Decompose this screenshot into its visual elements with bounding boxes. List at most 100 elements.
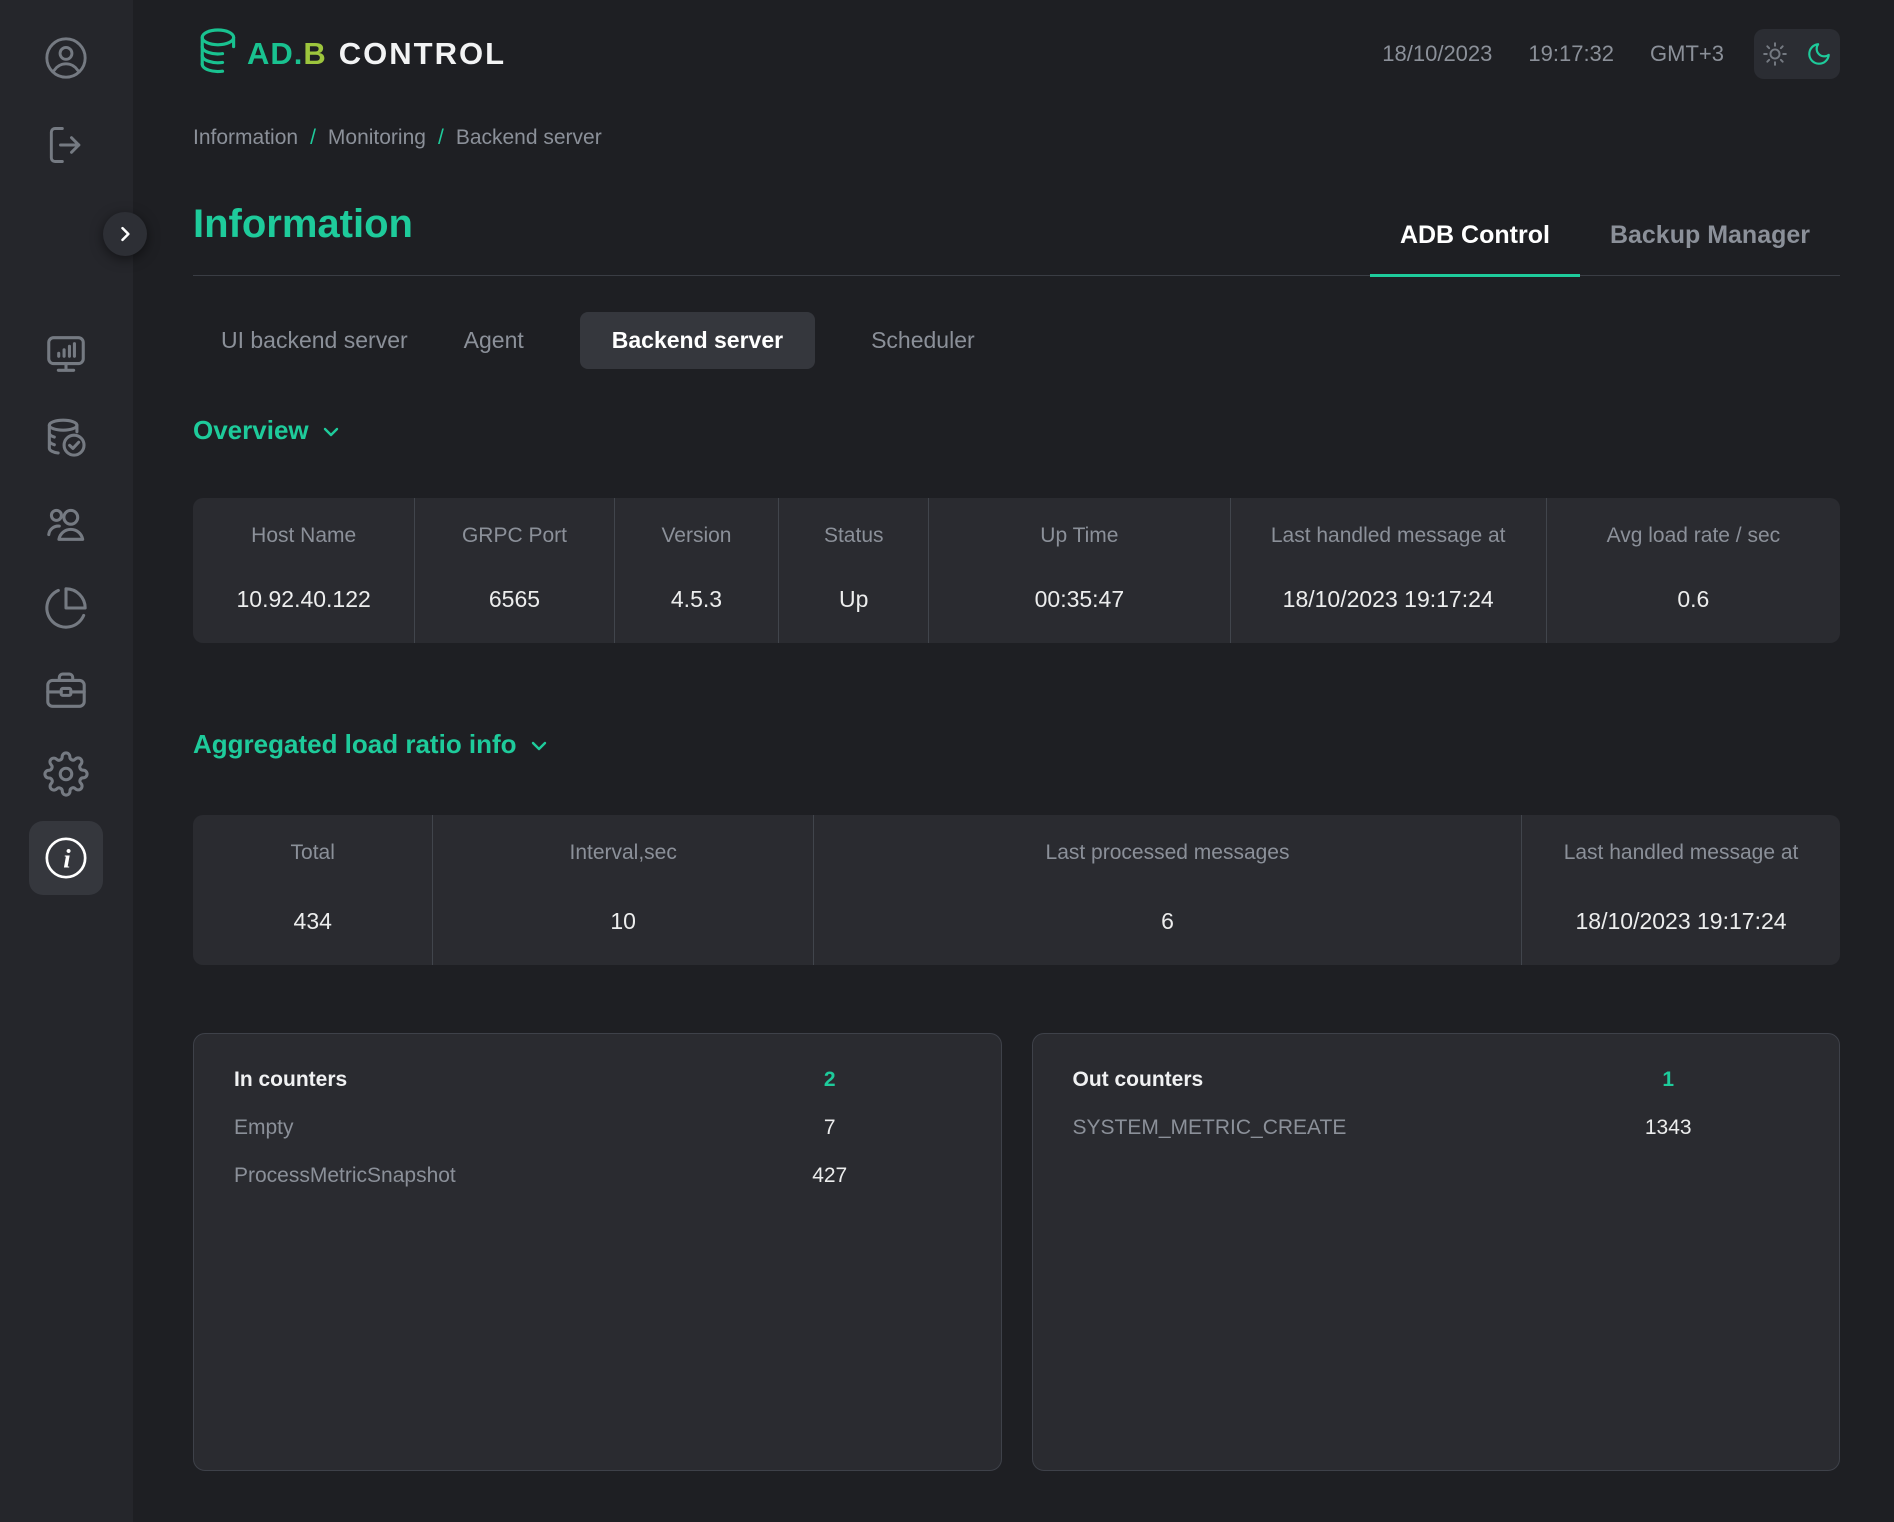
overview-cell-value: 00:35:47 xyxy=(1035,586,1125,613)
sidebar-item-database-backup[interactable] xyxy=(43,416,89,462)
tab-backup-manager[interactable]: Backup Manager xyxy=(1580,221,1840,277)
overview-column-header: Up Time xyxy=(1040,524,1118,548)
in-counters-count: 2 xyxy=(824,1064,836,1096)
in-counters-title: In counters xyxy=(234,1068,347,1091)
aggregated-cell-value: 6 xyxy=(1161,908,1174,935)
chevron-down-icon xyxy=(319,420,343,444)
sidebar-item-analytics[interactable] xyxy=(43,585,89,631)
counter-value: 1343 xyxy=(1645,1104,1692,1152)
breadcrumb-monitoring[interactable]: Monitoring xyxy=(328,126,426,150)
settings-gear-icon xyxy=(43,751,89,797)
overview-cell-value: 6565 xyxy=(489,586,540,613)
overview-section-header[interactable]: Overview xyxy=(193,415,343,446)
overview-cell-value: 18/10/2023 19:17:24 xyxy=(1283,586,1494,613)
out-counters-title: Out counters xyxy=(1073,1068,1204,1091)
top-bar: AD.B CONTROL 18/10/2023 19:17:32 GMT+3 xyxy=(193,28,1840,80)
aggregated-section-header[interactable]: Aggregated load ratio info xyxy=(193,729,551,760)
overview-section-title: Overview xyxy=(193,415,309,446)
overview-column-header: Avg load rate / sec xyxy=(1607,524,1781,548)
overview-column-header: Host Name xyxy=(251,524,356,548)
overview-table-cell: Up Time 00:35:47 xyxy=(929,498,1230,643)
counter-value: 7 xyxy=(824,1104,836,1152)
breadcrumb-information[interactable]: Information xyxy=(193,126,298,150)
app-title: AD.B CONTROL xyxy=(247,36,506,72)
sidebar-item-information-active[interactable]: i xyxy=(29,821,103,895)
briefcase-icon xyxy=(43,667,89,713)
sidebar-item-logout[interactable] xyxy=(44,123,88,167)
title-row: Information ADB Control Backup Manager xyxy=(193,202,1840,276)
overview-column-header: GRPC Port xyxy=(462,524,567,548)
counter-label: SYSTEM_METRIC_CREATE xyxy=(1073,1116,1347,1139)
aggregated-column-header: Total xyxy=(291,841,335,865)
aggregated-table-cell: Last processed messages 6 xyxy=(814,815,1522,965)
overview-cell-value: 10.92.40.122 xyxy=(237,586,371,613)
counter-row: Empty 7 xyxy=(234,1104,961,1152)
out-counters-count: 1 xyxy=(1662,1064,1674,1096)
out-counters-card: Out counters 1 SYSTEM_METRIC_CREATE 1343 xyxy=(1032,1033,1841,1471)
aggregated-table-cell: Interval,sec 10 xyxy=(433,815,813,965)
overview-table-cell: GRPC Port 6565 xyxy=(415,498,614,643)
info-icon: i xyxy=(43,835,89,881)
database-logo-icon xyxy=(193,26,241,82)
sidebar-item-monitoring[interactable] xyxy=(43,331,89,377)
light-theme-button[interactable] xyxy=(1762,41,1788,67)
in-counters-card: In counters 2 Empty 7 ProcessMetricSnaps… xyxy=(193,1033,1002,1471)
current-time: 19:17:32 xyxy=(1528,41,1614,67)
subtab-agent[interactable]: Agent xyxy=(464,327,524,354)
top-tabs: ADB Control Backup Manager xyxy=(1370,221,1840,275)
tab-adb-control[interactable]: ADB Control xyxy=(1370,221,1580,277)
overview-table-cell: Status Up xyxy=(779,498,929,643)
app-logo[interactable]: AD.B CONTROL xyxy=(193,26,506,82)
sun-icon xyxy=(1762,41,1788,67)
in-counters-rows: Empty 7 ProcessMetricSnapshot 427 xyxy=(234,1104,961,1200)
theme-toggle xyxy=(1754,29,1840,79)
dark-theme-button[interactable] xyxy=(1806,41,1832,67)
counter-row: SYSTEM_METRIC_CREATE 1343 xyxy=(1073,1104,1800,1152)
sidebar-item-profile[interactable] xyxy=(43,35,89,81)
aggregated-column-header: Last processed messages xyxy=(1046,841,1290,865)
subtab-ui-backend-server[interactable]: UI backend server xyxy=(221,327,408,354)
breadcrumb-separator: / xyxy=(310,126,316,150)
logo-text-secondary: CONTROL xyxy=(339,36,506,72)
aggregated-cell-value: 434 xyxy=(294,908,332,935)
counter-value: 427 xyxy=(812,1152,847,1200)
page-title: Information xyxy=(193,202,413,275)
aggregated-column-header: Last handled message at xyxy=(1564,841,1799,865)
aggregated-table-cell: Total 434 xyxy=(193,815,433,965)
chevron-down-icon xyxy=(527,734,551,758)
svg-text:i: i xyxy=(63,844,71,874)
sidebar-item-projects[interactable] xyxy=(43,667,89,713)
overview-cell-value: Up xyxy=(839,586,868,613)
monitoring-icon xyxy=(43,331,89,377)
counters-row: In counters 2 Empty 7 ProcessMetricSnaps… xyxy=(193,1033,1840,1471)
users-icon xyxy=(43,501,89,547)
overview-table: Host Name 10.92.40.122 GRPC Port 6565 Ve… xyxy=(193,498,1840,643)
sidebar-expand-button[interactable] xyxy=(103,212,147,256)
out-counters-rows: SYSTEM_METRIC_CREATE 1343 xyxy=(1073,1104,1800,1152)
logo-text-primary: AD. xyxy=(247,36,303,72)
logo-text-accent: B xyxy=(303,36,326,72)
moon-icon xyxy=(1806,41,1832,67)
overview-cell-value: 0.6 xyxy=(1677,586,1709,613)
datetime-block: 18/10/2023 19:17:32 GMT+3 xyxy=(1346,29,1840,79)
overview-table-cell: Version 4.5.3 xyxy=(615,498,780,643)
user-icon xyxy=(43,35,89,81)
overview-table-cell: Host Name 10.92.40.122 xyxy=(193,498,415,643)
aggregated-section-title: Aggregated load ratio info xyxy=(193,729,517,760)
overview-column-header: Version xyxy=(661,524,731,548)
overview-cell-value: 4.5.3 xyxy=(671,586,722,613)
pie-chart-icon xyxy=(43,585,89,631)
sidebar-item-users[interactable] xyxy=(43,501,89,547)
logout-icon xyxy=(44,123,88,167)
breadcrumb-separator: / xyxy=(438,126,444,150)
subtab-backend-server[interactable]: Backend server xyxy=(580,312,815,369)
subtab-scheduler[interactable]: Scheduler xyxy=(871,327,975,354)
overview-table-cell: Avg load rate / sec 0.6 xyxy=(1547,498,1840,643)
counter-row: ProcessMetricSnapshot 427 xyxy=(234,1152,961,1200)
server-subtabs: UI backend server Agent Backend server S… xyxy=(193,312,1840,369)
sidebar-item-settings[interactable] xyxy=(43,751,89,797)
timezone: GMT+3 xyxy=(1650,41,1724,67)
in-counters-header: In counters 2 xyxy=(234,1064,961,1096)
out-counters-header: Out counters 1 xyxy=(1073,1064,1800,1096)
breadcrumb: Information / Monitoring / Backend serve… xyxy=(193,126,1840,150)
